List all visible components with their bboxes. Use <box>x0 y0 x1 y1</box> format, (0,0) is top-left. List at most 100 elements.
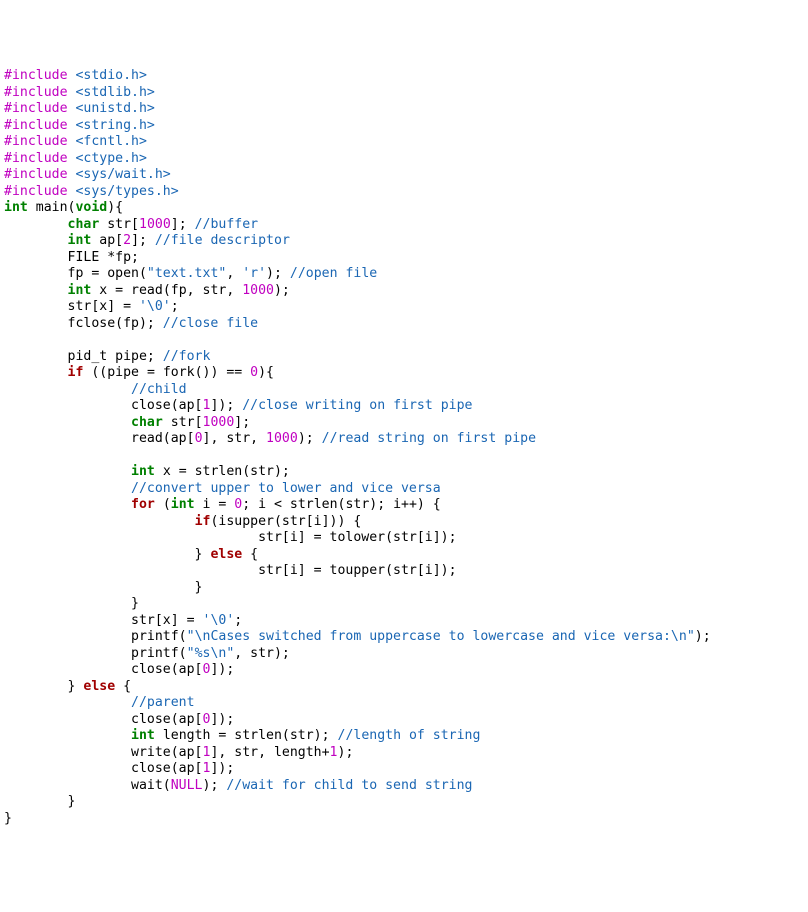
code-token <box>4 497 131 512</box>
code-line: close(ap[0]); <box>4 662 808 679</box>
code-token: //file descriptor <box>155 233 290 248</box>
code-token <box>4 233 68 248</box>
code-token: else <box>210 547 242 562</box>
code-token: ; <box>234 613 242 628</box>
code-token: str[i] = tolower(str[i]); <box>4 530 457 545</box>
code-token: ; i < strlen(str); i++) { <box>242 497 441 512</box>
code-token: 1000 <box>203 415 235 430</box>
code-token: 0 <box>195 431 203 446</box>
code-line: } else { <box>4 547 808 564</box>
code-token <box>4 415 131 430</box>
code-token: } <box>4 679 83 694</box>
code-token: write(ap[ <box>4 745 203 760</box>
code-line: #include <stdio.h> <box>4 68 808 85</box>
code-token: } <box>4 547 210 562</box>
code-token: "text.txt" <box>147 266 226 281</box>
code-token: int <box>68 233 92 248</box>
code-line: close(ap[1]); <box>4 761 808 778</box>
code-token: ){ <box>258 365 274 380</box>
code-line: printf("\nCases switched from uppercase … <box>4 629 808 646</box>
code-line: #include <ctype.h> <box>4 151 808 168</box>
code-token: '\0' <box>203 613 235 628</box>
code-token: #include <box>4 151 75 166</box>
code-token: } <box>4 794 75 809</box>
code-line: int length = strlen(str); //length of st… <box>4 728 808 745</box>
code-token: { <box>115 679 131 694</box>
code-token: #include <box>4 134 75 149</box>
code-token <box>4 514 195 529</box>
code-line: close(ap[1]); //close writing on first p… <box>4 398 808 415</box>
code-token <box>4 464 131 479</box>
code-token: #include <box>4 184 75 199</box>
code-token: char <box>131 415 163 430</box>
code-token: ); <box>338 745 354 760</box>
code-line: //child <box>4 382 808 399</box>
code-token: fclose(fp); <box>4 316 163 331</box>
code-token: //close writing on first pipe <box>242 398 472 413</box>
code-line: str[i] = tolower(str[i]); <box>4 530 808 547</box>
code-token: //convert upper to lower and vice versa <box>131 481 441 496</box>
code-token <box>4 217 68 232</box>
code-token: ]); <box>210 761 234 776</box>
code-token: #include <box>4 68 75 83</box>
code-line: close(ap[0]); <box>4 712 808 729</box>
code-token: //wait for child to send string <box>226 778 472 793</box>
code-token: '\0' <box>139 299 171 314</box>
code-token: int <box>131 464 155 479</box>
code-line: int x = read(fp, str, 1000); <box>4 283 808 300</box>
code-token: 1000 <box>139 217 171 232</box>
code-token: int <box>171 497 195 512</box>
code-token: i = <box>195 497 235 512</box>
code-token: str[ <box>99 217 139 232</box>
code-token: void <box>75 200 107 215</box>
code-token: , str); <box>234 646 290 661</box>
code-token: close(ap[ <box>4 662 203 677</box>
code-line: FILE *fp; <box>4 250 808 267</box>
code-block: #include <stdio.h>#include <stdlib.h> #in… <box>4 68 808 827</box>
code-token: char <box>68 217 100 232</box>
code-token: str[ <box>163 415 203 430</box>
code-line: char str[1000]; //buffer <box>4 217 808 234</box>
code-line: pid_t pipe; //fork <box>4 349 808 366</box>
code-token: int <box>68 283 92 298</box>
code-line: int x = strlen(str); <box>4 464 808 481</box>
code-token <box>4 728 131 743</box>
code-line: fclose(fp); //close file <box>4 316 808 333</box>
code-token: //read string on first pipe <box>322 431 536 446</box>
code-token: } <box>4 580 203 595</box>
code-token: length = strlen(str); <box>155 728 338 743</box>
code-token: { <box>242 547 258 562</box>
code-token: for <box>131 497 155 512</box>
code-token: #include <box>4 167 75 182</box>
code-token: 'r' <box>242 266 266 281</box>
code-token: close(ap[ <box>4 712 203 727</box>
code-token: <string.h> <box>75 118 154 133</box>
code-line <box>4 448 808 465</box>
code-token: ]; <box>171 217 195 232</box>
code-token: ], str, <box>203 431 267 446</box>
code-token: else <box>83 679 115 694</box>
code-token <box>4 695 131 710</box>
code-line: //parent <box>4 695 808 712</box>
code-token: ( <box>155 497 171 512</box>
code-token: "%s\n" <box>187 646 235 661</box>
code-token: ]; <box>131 233 155 248</box>
code-line: if(isupper(str[i])) { <box>4 514 808 531</box>
code-line: fp = open("text.txt", 'r'); //open file <box>4 266 808 283</box>
code-line: #include <stdlib.h> <box>4 85 808 102</box>
code-line: write(ap[1], str, length+1); <box>4 745 808 762</box>
code-token: //child <box>131 382 187 397</box>
code-token: , <box>226 266 242 281</box>
code-token <box>4 382 131 397</box>
code-token: close(ap[ <box>4 761 203 776</box>
code-token <box>4 481 131 496</box>
code-token: ]); <box>210 398 242 413</box>
code-token: //buffer <box>195 217 259 232</box>
code-line: read(ap[0], str, 1000); //read string on… <box>4 431 808 448</box>
code-token: <sys/types.h> <box>75 184 178 199</box>
code-token: ]); <box>210 662 234 677</box>
code-line: for (int i = 0; i < strlen(str); i++) { <box>4 497 808 514</box>
code-token: //parent <box>131 695 195 710</box>
code-token: fp = open( <box>4 266 147 281</box>
code-line: if ((pipe = fork()) == 0){ <box>4 365 808 382</box>
